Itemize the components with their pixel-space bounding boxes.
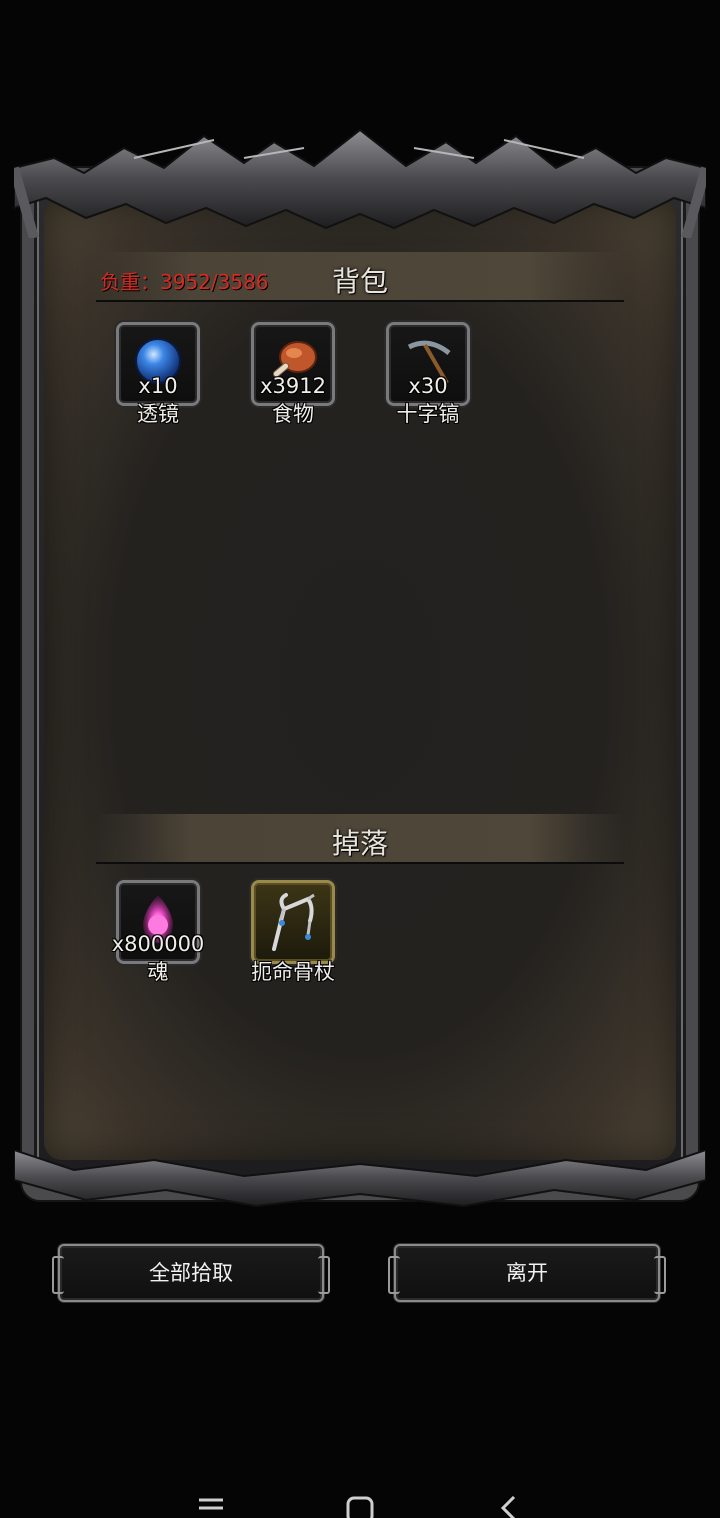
bag-item-lens[interactable]: x10 透镜	[110, 322, 206, 432]
bag-item-food[interactable]: x3912 食物	[245, 322, 341, 432]
bag-header: 负重：3952/3586 背包	[96, 252, 624, 302]
back-icon[interactable]	[498, 1496, 518, 1518]
item-name: 食物	[272, 402, 314, 426]
drop-title: 掉落	[331, 827, 388, 860]
drop-item-soul[interactable]: x800000 魂	[110, 880, 206, 990]
item-count: x3912	[260, 374, 326, 398]
leave-button[interactable]: 离开	[388, 1244, 666, 1302]
item-name: 十字镐	[396, 402, 460, 426]
item-slot-rare	[251, 880, 335, 964]
drop-item-bone-staff[interactable]: 扼命骨杖	[245, 880, 341, 990]
item-name: 魂	[147, 960, 169, 984]
bag-item-pickaxe[interactable]: x30 十字镐	[380, 322, 476, 432]
system-navbar	[0, 1470, 720, 1518]
item-count: x10	[138, 374, 178, 398]
bone-staff-icon	[272, 893, 315, 951]
ornate-base-decoration	[14, 1150, 706, 1208]
pickup-all-button[interactable]: 全部拾取	[52, 1244, 330, 1302]
item-count: x800000	[111, 932, 205, 956]
drop-header: 掉落	[96, 814, 624, 864]
recent-apps-icon[interactable]	[198, 1496, 224, 1518]
ornate-crown-decoration	[14, 128, 706, 238]
item-name: 透镜	[137, 402, 179, 426]
item-count: x30	[408, 374, 448, 398]
bag-title: 背包	[331, 265, 388, 298]
home-icon[interactable]	[346, 1496, 374, 1518]
item-name: 扼命骨杖	[251, 960, 335, 984]
